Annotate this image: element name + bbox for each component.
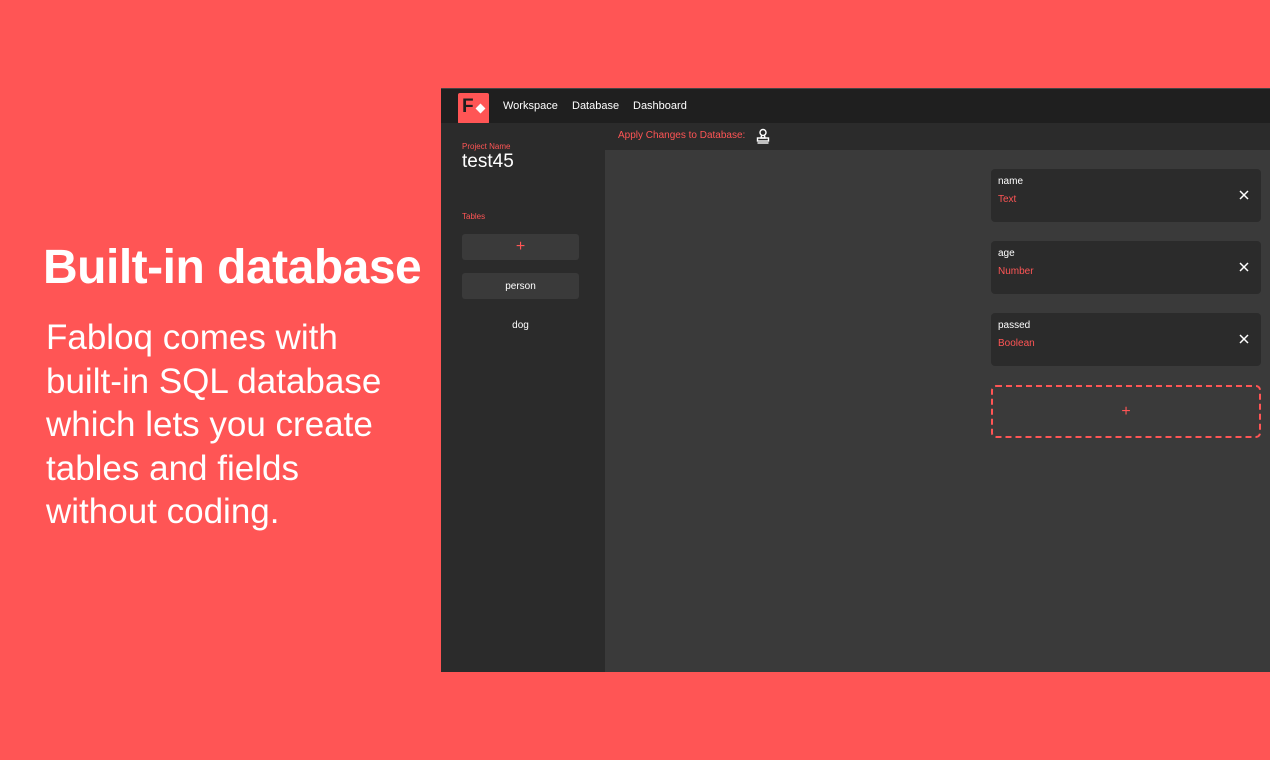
field-card-age[interactable]: age Number: [991, 241, 1261, 294]
nav-database[interactable]: Database: [572, 100, 619, 112]
add-table-button[interactable]: +: [462, 234, 579, 260]
promo-line: without coding.: [46, 492, 280, 531]
diamond-icon: [475, 103, 486, 114]
promo-line: tables and fields: [46, 448, 299, 488]
field-type: Text: [998, 194, 1017, 205]
table-item-label: person: [505, 280, 536, 292]
promo-line: which lets you create: [46, 405, 373, 444]
close-icon[interactable]: [1237, 260, 1251, 274]
field-name: age: [998, 248, 1015, 259]
sidebar: Project Name test45 Tables + person dog: [441, 123, 605, 672]
table-item-person[interactable]: person: [462, 273, 579, 299]
plus-icon: +: [515, 238, 526, 255]
promo-line: built-in SQL database: [46, 361, 382, 401]
project-name: test45: [462, 151, 514, 172]
close-icon[interactable]: [1237, 332, 1251, 346]
fabloq-logo[interactable]: F: [458, 93, 489, 124]
close-icon[interactable]: [1237, 188, 1251, 202]
logo-letter: F: [462, 96, 474, 117]
apply-changes-bar: Apply Changes to Database:: [605, 123, 1270, 150]
nav-workspace[interactable]: Workspace: [503, 100, 558, 112]
top-navbar: F Workspace Database Dashboard: [441, 88, 1270, 124]
table-item-dog[interactable]: dog: [462, 312, 579, 338]
project-name-label: Project Name: [462, 142, 511, 151]
plus-icon: +: [1121, 402, 1131, 420]
nav-dashboard[interactable]: Dashboard: [633, 100, 687, 112]
add-field-button[interactable]: +: [991, 385, 1261, 438]
app-window: F Workspace Database Dashboard Project N…: [441, 88, 1270, 672]
stamp-icon[interactable]: [756, 128, 770, 144]
field-type: Boolean: [998, 338, 1035, 349]
table-item-label: dog: [512, 319, 529, 331]
field-card-passed[interactable]: passed Boolean: [991, 313, 1261, 366]
field-type: Number: [998, 266, 1034, 277]
apply-changes-label: Apply Changes to Database:: [618, 130, 746, 141]
tables-label: Tables: [462, 212, 486, 221]
promo-description: Fabloq comes with built-in SQL database …: [46, 316, 426, 534]
field-card-name[interactable]: name Text: [991, 169, 1261, 222]
promo-line: Fabloq comes with: [46, 318, 338, 357]
field-name: name: [998, 176, 1024, 187]
promo-title: Built-in database: [43, 241, 422, 294]
field-name: passed: [998, 320, 1031, 331]
